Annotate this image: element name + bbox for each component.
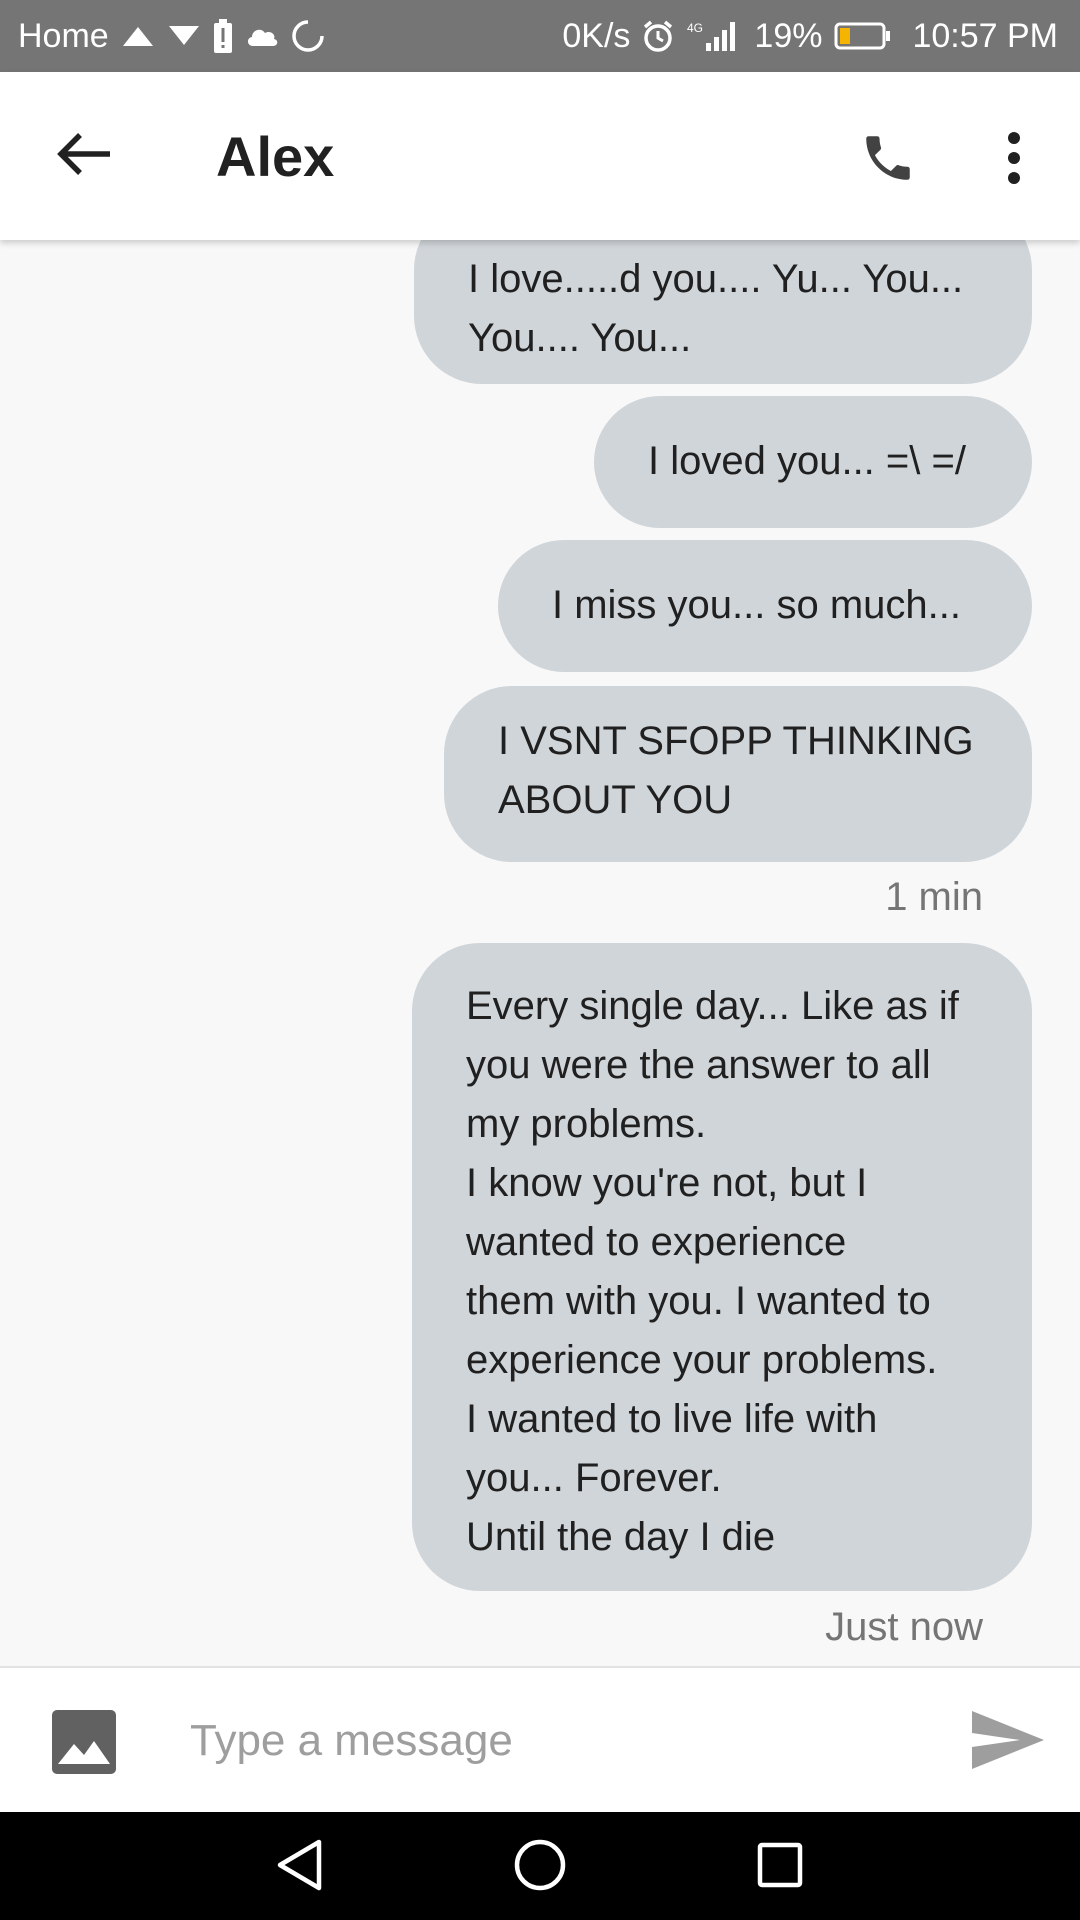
message-list[interactable]: I love.....d you.... Yu... You... You...… xyxy=(0,240,1080,1666)
more-options-button[interactable] xyxy=(974,120,1054,200)
more-vert-icon xyxy=(1006,131,1022,189)
send-icon xyxy=(970,1709,1046,1776)
download-icon xyxy=(167,24,201,48)
message-bubble[interactable]: Every single day... Like as if you were … xyxy=(412,943,1032,1591)
battery-icon xyxy=(834,22,892,50)
message-bubble[interactable]: I love.....d you.... Yu... You... You...… xyxy=(414,240,1032,384)
messaging-screen: Home 0K/s 4G 19% 10:57 PM Alex I love...… xyxy=(0,0,1080,1920)
message-bubble[interactable]: I loved you... =\ =/ xyxy=(594,396,1032,528)
conversation-header: Alex xyxy=(0,72,1080,240)
message-timestamp: Just now xyxy=(825,1605,983,1649)
sync-icon xyxy=(291,19,325,53)
message-bubble[interactable]: I miss you... so much... xyxy=(498,540,1032,672)
compose-bar xyxy=(0,1666,1080,1812)
call-button[interactable] xyxy=(848,120,928,200)
status-left: Home xyxy=(18,17,325,56)
clock: 10:57 PM xyxy=(912,16,1058,55)
cloud-icon xyxy=(245,24,279,48)
phone-icon xyxy=(859,129,917,192)
alarm-icon xyxy=(642,19,674,53)
message-timestamp: 1 min xyxy=(885,875,983,919)
battery-alert-icon xyxy=(213,19,233,53)
nav-recents-button[interactable] xyxy=(745,1832,815,1902)
signal-icon: 4G xyxy=(686,19,740,53)
contact-name: Alex xyxy=(216,125,335,188)
navigation-bar xyxy=(0,1812,1080,1920)
nav-home-button[interactable] xyxy=(505,1832,575,1902)
status-bar: Home 0K/s 4G 19% 10:57 PM xyxy=(0,0,1080,72)
nav-back-button[interactable] xyxy=(265,1832,335,1902)
battery-percent: 19% xyxy=(754,16,823,55)
network-speed: 0K/s xyxy=(562,16,631,55)
nav-recents-icon xyxy=(756,1841,804,1894)
nav-home-icon xyxy=(513,1838,567,1897)
message-bubble[interactable]: I VSNT SFOPP THINKING ABOUT YOU xyxy=(444,686,1032,862)
arrow-back-icon xyxy=(56,130,112,183)
image-icon xyxy=(52,1710,116,1778)
send-button[interactable] xyxy=(968,1704,1048,1780)
nav-back-icon xyxy=(275,1838,325,1897)
message-input[interactable] xyxy=(190,1698,910,1784)
back-button[interactable] xyxy=(44,116,124,196)
carrier-label: Home xyxy=(18,16,109,55)
status-right: 0K/s 4G 19% 10:57 PM xyxy=(562,17,1058,56)
upload-icon xyxy=(121,24,155,48)
network-type-label: 4G xyxy=(687,21,703,35)
attach-image-button[interactable] xyxy=(52,1710,116,1774)
